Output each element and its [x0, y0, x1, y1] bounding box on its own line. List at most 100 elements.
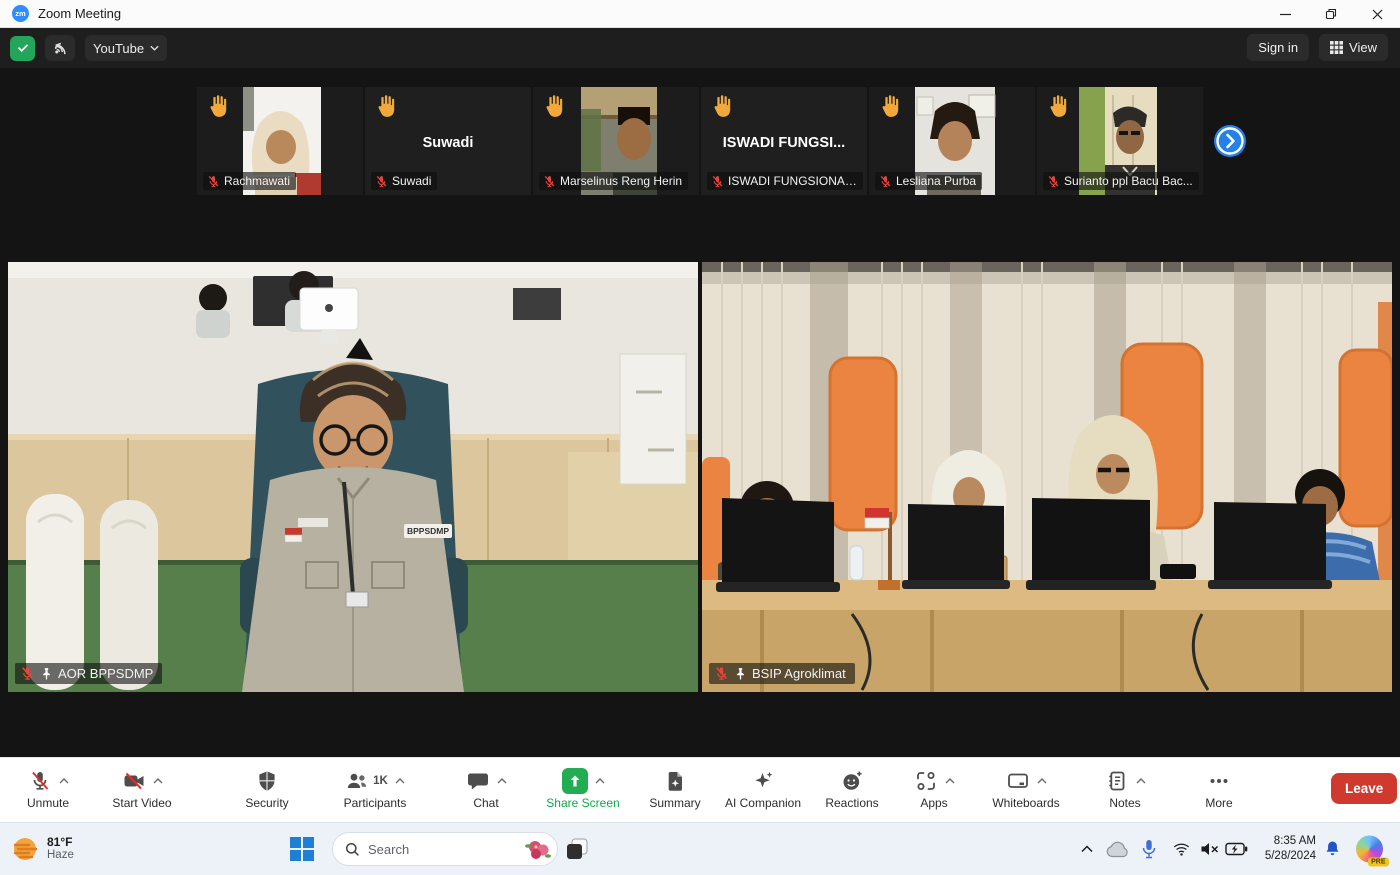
control-bar: Unmute Start Video Security 1K — [0, 757, 1400, 822]
whiteboards-button[interactable]: Whiteboards — [974, 767, 1078, 810]
chevron-up-icon[interactable] — [1136, 778, 1146, 784]
participants-icon — [345, 769, 369, 793]
unmute-button[interactable]: Unmute — [7, 767, 89, 810]
chevron-up-icon[interactable] — [595, 778, 605, 784]
copilot-tray-button[interactable]: PRE — [1350, 836, 1388, 863]
taskbar-weather-widget[interactable]: 81°F Haze — [10, 834, 74, 864]
view-button[interactable]: View — [1319, 34, 1388, 61]
restore-button[interactable] — [1308, 0, 1354, 28]
participant-tile-surianto[interactable]: Surianto ppl Bacu Bac... — [1037, 87, 1203, 195]
youtube-label: YouTube — [93, 41, 144, 56]
chat-button[interactable]: Chat — [446, 767, 526, 810]
chevron-up-icon[interactable] — [395, 778, 405, 784]
more-button[interactable]: More — [1179, 767, 1259, 810]
tray-time: 8:35 AM — [1248, 834, 1316, 849]
cloud-icon — [1105, 841, 1129, 858]
chat-label: Chat — [446, 796, 526, 810]
chevron-up-icon[interactable] — [1037, 778, 1047, 784]
notification-bell-button[interactable] — [1320, 839, 1344, 859]
participant-tile-rachmawati[interactable]: Rachmawati — [197, 87, 363, 195]
live-stream-icon[interactable] — [45, 35, 75, 61]
participant-name: Marselinus Reng Herin — [560, 174, 682, 188]
close-button[interactable] — [1354, 0, 1400, 28]
search-input[interactable] — [368, 842, 524, 857]
main-video-label-pill: BSIP Agroklimat — [709, 663, 855, 684]
microphone-tray-icon[interactable] — [1138, 839, 1160, 859]
participants-button[interactable]: 1K Participants — [328, 767, 422, 810]
raised-hand-icon — [1045, 93, 1072, 120]
security-shield-icon[interactable] — [10, 36, 35, 61]
next-participants-page-button[interactable] — [1213, 124, 1247, 158]
participant-tile-lesliana[interactable]: Lesliana Purba — [869, 87, 1035, 195]
windows-taskbar: 81°F Haze — [0, 822, 1400, 875]
participant-name-pill: Surianto ppl Bacu Bac... — [1043, 172, 1199, 190]
raised-hand-icon — [205, 93, 232, 120]
summary-label: Summary — [635, 796, 715, 810]
raised-hand-icon — [877, 93, 904, 120]
sign-in-label: Sign in — [1258, 40, 1298, 55]
chevron-up-icon[interactable] — [59, 778, 69, 784]
participant-tile-iswadi[interactable]: ISWADI FUNGSI... ISWADI FUNGSIONAL... — [701, 87, 867, 195]
leave-button[interactable]: Leave — [1331, 773, 1397, 804]
pin-icon — [734, 667, 747, 680]
task-view-button[interactable] — [557, 826, 597, 872]
task-view-icon — [564, 836, 590, 862]
whiteboard-icon — [1006, 769, 1030, 793]
notes-label: Notes — [1083, 796, 1167, 810]
caret-down-icon — [150, 45, 159, 51]
weather-temp: 81°F — [47, 835, 74, 849]
copilot-icon: PRE — [1356, 836, 1383, 863]
main-video-label-pill: AOR BPPSDMP — [15, 663, 162, 684]
youtube-live-dropdown[interactable]: YouTube — [85, 35, 167, 61]
main-video-aor-bppsdmp[interactable]: BPPSDMP AOR BPPSDMP — [8, 262, 698, 692]
share-screen-button[interactable]: Share Screen — [531, 767, 635, 810]
wifi-icon — [1171, 840, 1192, 858]
more-dots-icon — [1207, 769, 1231, 793]
security-button[interactable]: Security — [227, 767, 307, 810]
participant-name: Lesliana Purba — [896, 174, 976, 188]
mic-muted-icon — [711, 175, 724, 188]
mic-muted-icon — [1047, 175, 1060, 188]
main-video-bsip-agroklimat[interactable]: BSIP Agroklimat — [702, 262, 1392, 692]
notes-button[interactable]: Notes — [1083, 767, 1167, 810]
chevron-up-icon[interactable] — [497, 778, 507, 784]
participant-name: Surianto ppl Bacu Bac... — [1064, 174, 1193, 188]
ai-companion-button[interactable]: AI Companion — [708, 767, 818, 810]
ai-sparkle-icon — [751, 769, 775, 793]
participant-tile-marselinus[interactable]: Marselinus Reng Herin — [533, 87, 699, 195]
battery-tray-icon[interactable] — [1222, 842, 1250, 856]
chevron-up-icon[interactable] — [945, 778, 955, 784]
pin-icon — [40, 667, 53, 680]
summary-button[interactable]: Summary — [635, 767, 715, 810]
participant-tile-suwadi[interactable]: Suwadi Suwadi — [365, 87, 531, 195]
main-video-name: AOR BPPSDMP — [58, 666, 153, 681]
main-video-scene — [702, 262, 1392, 692]
chevron-up-icon[interactable] — [153, 778, 163, 784]
taskbar-clock[interactable]: 8:35 AM 5/28/2024 — [1248, 834, 1316, 864]
mic-muted-icon — [879, 175, 892, 188]
apps-label: Apps — [892, 796, 976, 810]
reactions-button[interactable]: Reactions — [812, 767, 892, 810]
shield-icon — [255, 769, 279, 793]
notes-icon — [1105, 769, 1129, 793]
start-video-button[interactable]: Start Video — [96, 767, 188, 810]
main-video-scene: BPPSDMP — [8, 262, 698, 692]
raised-hand-icon — [541, 93, 568, 120]
apps-button[interactable]: Apps — [892, 767, 976, 810]
battery-charging-icon — [1225, 842, 1248, 856]
wifi-tray-icon[interactable] — [1168, 840, 1194, 858]
volume-tray-icon[interactable] — [1197, 841, 1223, 858]
summary-doc-icon — [663, 769, 687, 793]
sign-in-button[interactable]: Sign in — [1247, 34, 1309, 61]
meeting-toolbar: YouTube — [0, 28, 1400, 68]
participant-name-pill: Lesliana Purba — [875, 172, 982, 190]
taskbar-search[interactable] — [332, 832, 558, 866]
share-screen-icon — [562, 768, 588, 794]
start-button[interactable] — [290, 837, 314, 861]
minimize-button[interactable] — [1262, 0, 1308, 28]
tray-overflow-button[interactable] — [1076, 845, 1098, 853]
participant-name: ISWADI FUNGSIONAL... — [728, 174, 857, 188]
mic-muted-icon — [207, 175, 220, 188]
onedrive-tray-icon[interactable] — [1104, 841, 1130, 858]
mic-muted-icon — [543, 175, 556, 188]
